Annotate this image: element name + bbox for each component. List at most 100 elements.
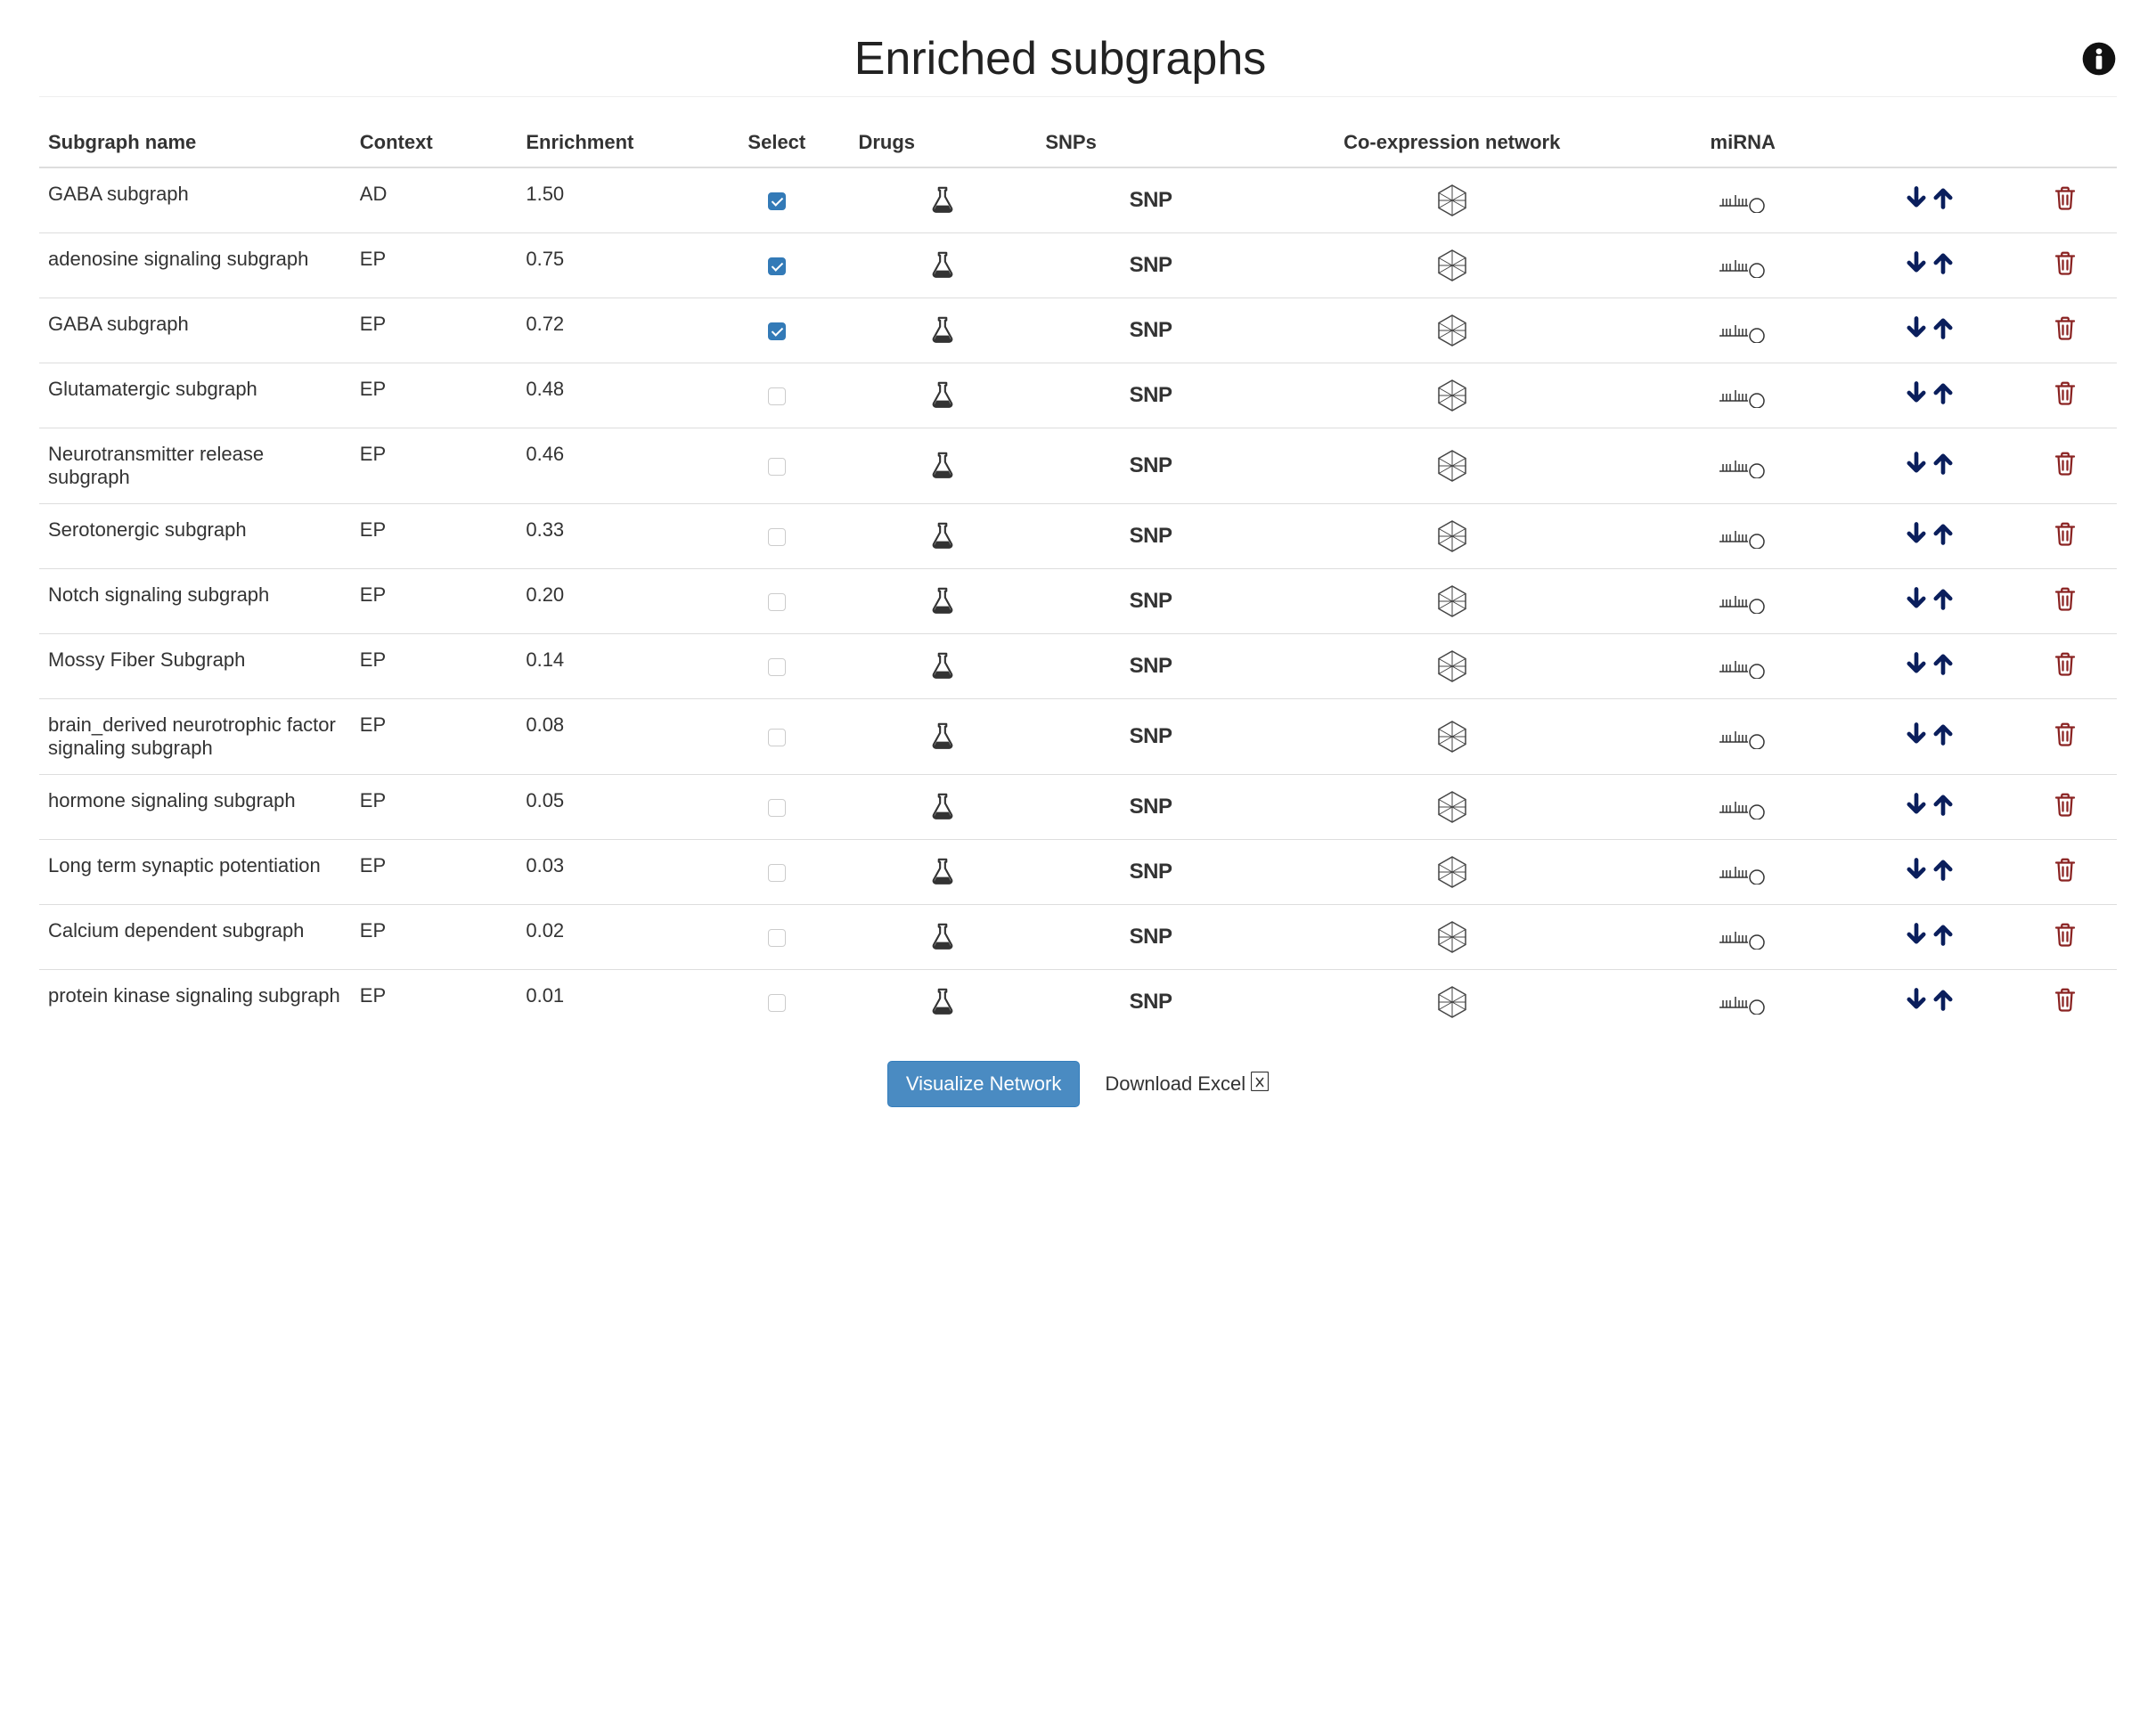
snp-button[interactable]: SNP: [1130, 318, 1172, 342]
flask-icon[interactable]: [927, 860, 958, 882]
select-checkbox[interactable]: [768, 458, 786, 476]
move-down-icon[interactable]: [1904, 586, 1929, 616]
select-checkbox[interactable]: [768, 658, 786, 676]
mirna-icon[interactable]: [1718, 383, 1768, 405]
snp-button[interactable]: SNP: [1130, 795, 1172, 819]
flask-icon[interactable]: [927, 453, 958, 476]
flask-icon[interactable]: [927, 188, 958, 210]
snp-button[interactable]: SNP: [1130, 990, 1172, 1014]
move-down-icon[interactable]: [1904, 380, 1929, 411]
select-checkbox[interactable]: [768, 387, 786, 405]
delete-icon[interactable]: [2052, 594, 2078, 616]
move-up-icon[interactable]: [1931, 380, 1956, 411]
mirna-icon[interactable]: [1718, 990, 1768, 1012]
coexpression-icon[interactable]: [1434, 795, 1470, 817]
coexpression-icon[interactable]: [1434, 383, 1470, 405]
move-up-icon[interactable]: [1931, 521, 1956, 551]
move-down-icon[interactable]: [1904, 521, 1929, 551]
col-header-snps[interactable]: SNPs: [1036, 118, 1265, 167]
flask-icon[interactable]: [927, 724, 958, 746]
select-checkbox[interactable]: [768, 929, 786, 947]
snp-button[interactable]: SNP: [1130, 188, 1172, 212]
move-down-icon[interactable]: [1904, 185, 1929, 216]
coexpression-icon[interactable]: [1434, 253, 1470, 275]
flask-icon[interactable]: [927, 925, 958, 947]
mirna-icon[interactable]: [1718, 724, 1768, 746]
flask-icon[interactable]: [927, 524, 958, 546]
coexpression-icon[interactable]: [1434, 524, 1470, 546]
move-down-icon[interactable]: [1904, 721, 1929, 752]
col-header-mirna[interactable]: miRNA: [1639, 118, 1847, 167]
delete-icon[interactable]: [2052, 659, 2078, 681]
select-checkbox[interactable]: [768, 192, 786, 210]
col-header-select[interactable]: Select: [704, 118, 849, 167]
move-down-icon[interactable]: [1904, 857, 1929, 887]
snp-button[interactable]: SNP: [1130, 253, 1172, 277]
move-up-icon[interactable]: [1931, 857, 1956, 887]
snp-button[interactable]: SNP: [1130, 860, 1172, 884]
download-excel-link[interactable]: Download Excel: [1105, 1072, 1269, 1096]
coexpression-icon[interactable]: [1434, 589, 1470, 611]
flask-icon[interactable]: [927, 589, 958, 611]
info-icon[interactable]: [2081, 41, 2117, 77]
mirna-icon[interactable]: [1718, 188, 1768, 210]
mirna-icon[interactable]: [1718, 524, 1768, 546]
move-down-icon[interactable]: [1904, 792, 1929, 822]
move-down-icon[interactable]: [1904, 250, 1929, 281]
delete-icon[interactable]: [2052, 459, 2078, 481]
mirna-icon[interactable]: [1718, 654, 1768, 676]
mirna-icon[interactable]: [1718, 925, 1768, 947]
mirna-icon[interactable]: [1718, 589, 1768, 611]
coexpression-icon[interactable]: [1434, 188, 1470, 210]
move-up-icon[interactable]: [1931, 987, 1956, 1017]
flask-icon[interactable]: [927, 654, 958, 676]
coexpression-icon[interactable]: [1434, 860, 1470, 882]
snp-button[interactable]: SNP: [1130, 524, 1172, 548]
col-header-drugs[interactable]: Drugs: [849, 118, 1036, 167]
snp-button[interactable]: SNP: [1130, 925, 1172, 949]
visualize-network-button[interactable]: Visualize Network: [887, 1061, 1080, 1107]
col-header-context[interactable]: Context: [351, 118, 518, 167]
coexpression-icon[interactable]: [1434, 654, 1470, 676]
select-checkbox[interactable]: [768, 994, 786, 1012]
select-checkbox[interactable]: [768, 864, 786, 882]
move-down-icon[interactable]: [1904, 315, 1929, 346]
move-down-icon[interactable]: [1904, 451, 1929, 481]
select-checkbox[interactable]: [768, 799, 786, 817]
move-down-icon[interactable]: [1904, 922, 1929, 952]
mirna-icon[interactable]: [1718, 253, 1768, 275]
move-up-icon[interactable]: [1931, 792, 1956, 822]
move-up-icon[interactable]: [1931, 721, 1956, 752]
snp-button[interactable]: SNP: [1130, 383, 1172, 407]
move-up-icon[interactable]: [1931, 651, 1956, 681]
move-up-icon[interactable]: [1931, 315, 1956, 346]
move-up-icon[interactable]: [1931, 451, 1956, 481]
delete-icon[interactable]: [2052, 730, 2078, 752]
mirna-icon[interactable]: [1718, 318, 1768, 340]
delete-icon[interactable]: [2052, 388, 2078, 411]
coexpression-icon[interactable]: [1434, 990, 1470, 1012]
move-up-icon[interactable]: [1931, 250, 1956, 281]
flask-icon[interactable]: [927, 795, 958, 817]
col-header-coexpression[interactable]: Co-expression network: [1265, 118, 1639, 167]
delete-icon[interactable]: [2052, 800, 2078, 822]
delete-icon[interactable]: [2052, 930, 2078, 952]
flask-icon[interactable]: [927, 318, 958, 340]
snp-button[interactable]: SNP: [1130, 589, 1172, 613]
move-down-icon[interactable]: [1904, 651, 1929, 681]
col-header-enrichment[interactable]: Enrichment: [517, 118, 704, 167]
delete-icon[interactable]: [2052, 258, 2078, 281]
select-checkbox[interactable]: [768, 593, 786, 611]
coexpression-icon[interactable]: [1434, 453, 1470, 476]
col-header-name[interactable]: Subgraph name: [39, 118, 351, 167]
flask-icon[interactable]: [927, 253, 958, 275]
delete-icon[interactable]: [2052, 529, 2078, 551]
delete-icon[interactable]: [2052, 995, 2078, 1017]
delete-icon[interactable]: [2052, 323, 2078, 346]
select-checkbox[interactable]: [768, 257, 786, 275]
delete-icon[interactable]: [2052, 193, 2078, 216]
coexpression-icon[interactable]: [1434, 318, 1470, 340]
coexpression-icon[interactable]: [1434, 925, 1470, 947]
flask-icon[interactable]: [927, 383, 958, 405]
select-checkbox[interactable]: [768, 322, 786, 340]
